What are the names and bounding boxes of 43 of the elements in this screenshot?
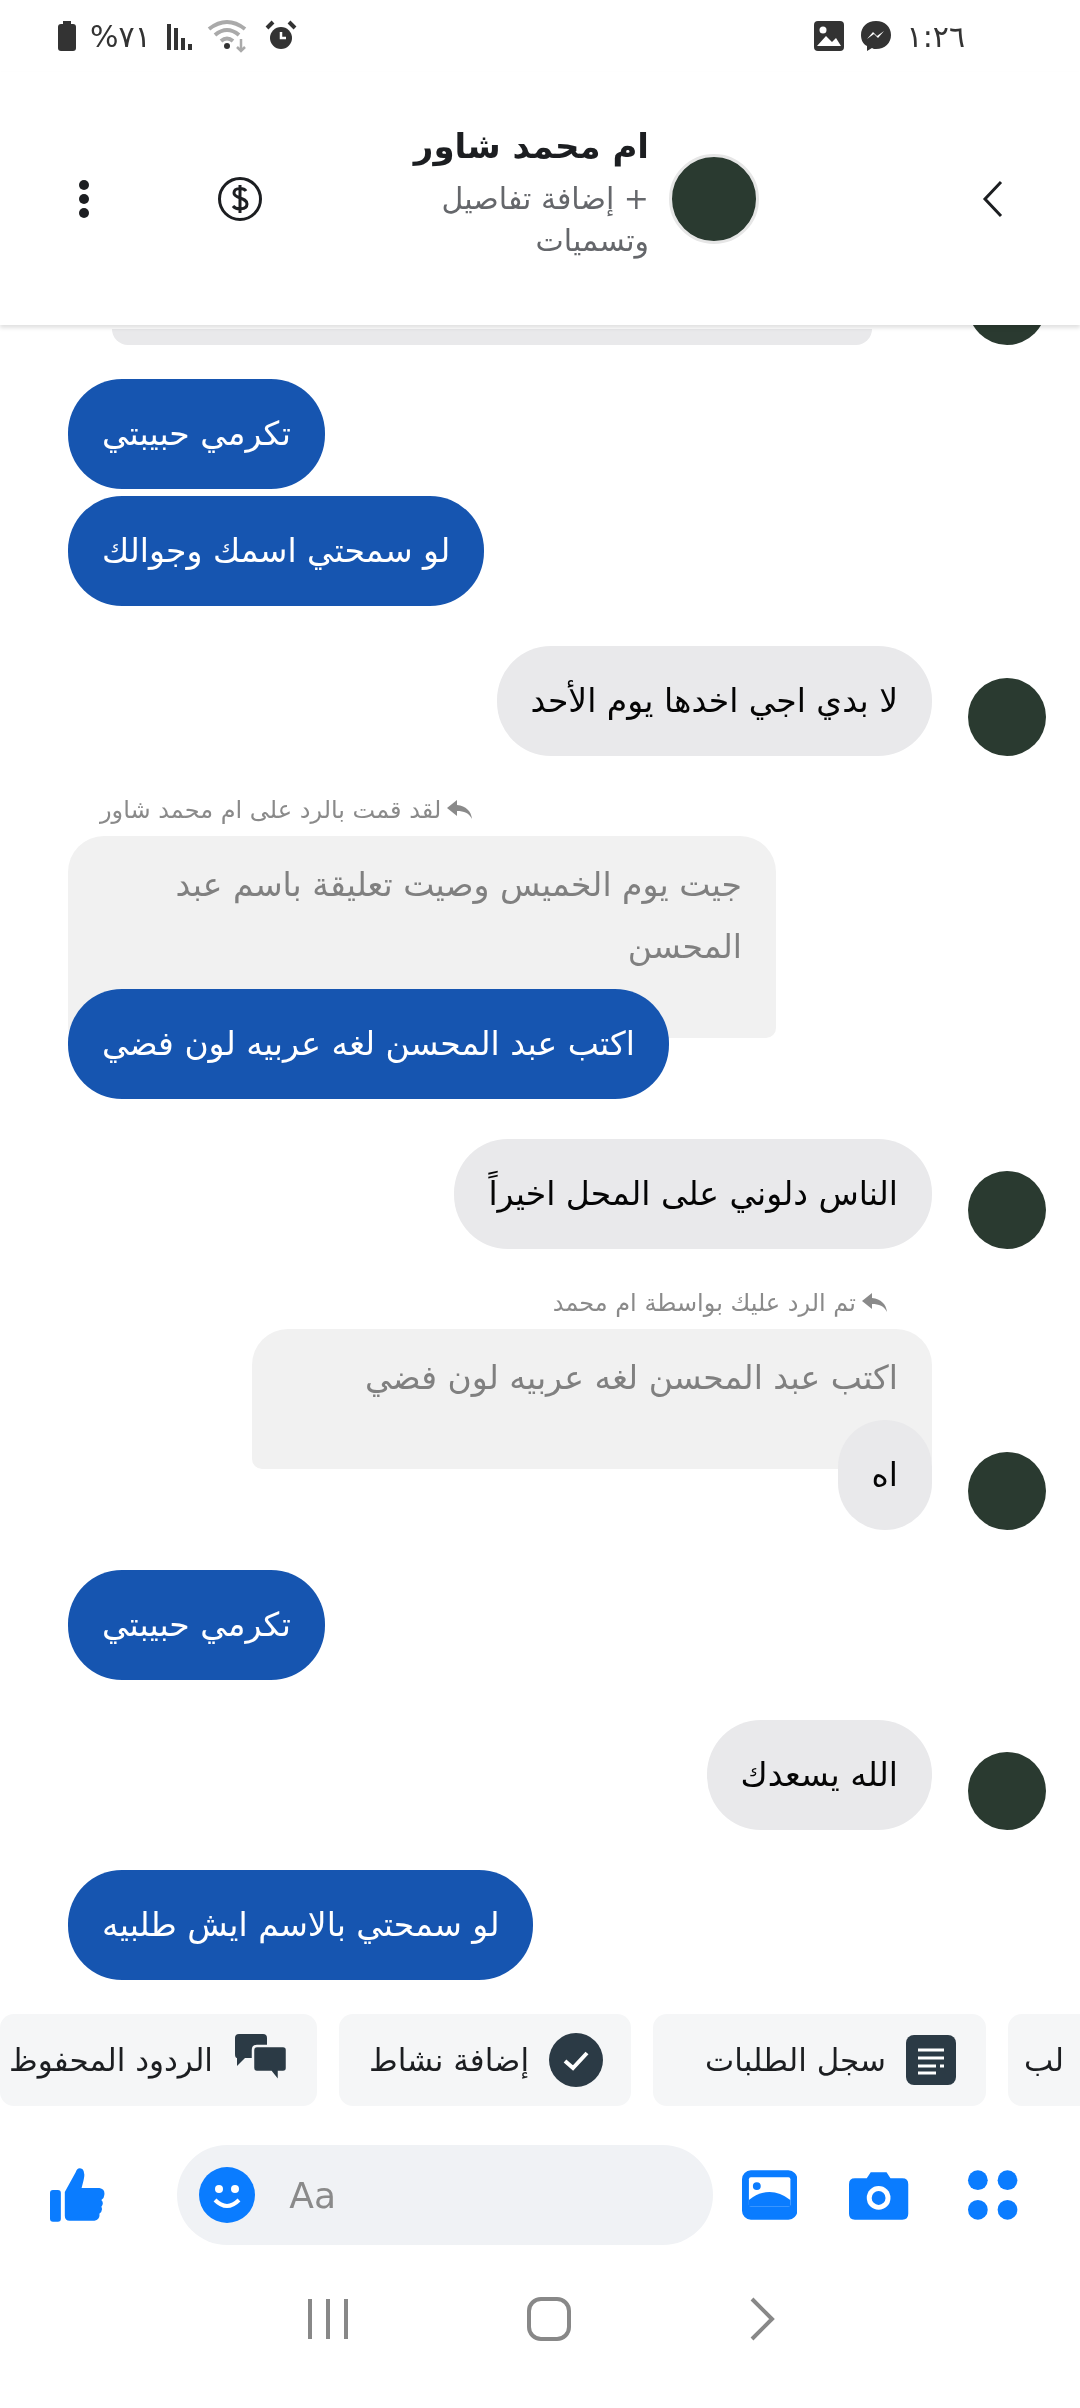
chip-label: الردود المحفوظ bbox=[9, 2042, 213, 2078]
home-icon[interactable] bbox=[526, 2296, 572, 2342]
like-icon[interactable] bbox=[50, 2166, 106, 2224]
emoji-icon[interactable] bbox=[199, 2167, 256, 2223]
list-icon bbox=[906, 2035, 957, 2085]
clock-time: ١:٢٦ bbox=[906, 18, 965, 54]
back-icon[interactable] bbox=[981, 178, 1005, 219]
chip-label: سجل الطلبات bbox=[705, 2042, 887, 2078]
camera-icon[interactable] bbox=[849, 2170, 909, 2220]
contact-name: ام محمد شاور bbox=[411, 125, 649, 166]
quick-reply-chip[interactable]: سجل الطلبات bbox=[653, 2014, 987, 2106]
message-bubble: تكرمي حبيبتي bbox=[68, 379, 326, 489]
apps-icon[interactable] bbox=[966, 2169, 1018, 2221]
message-bubble: اه bbox=[837, 1420, 932, 1530]
chip-label: لب bbox=[1024, 2042, 1064, 2078]
alarm-icon bbox=[264, 20, 297, 52]
gallery-icon bbox=[812, 20, 845, 52]
battery-icon bbox=[58, 21, 76, 51]
message-bubble: لو سمحتي بالاسم ايش طلبيه bbox=[68, 1870, 534, 1980]
gallery-icon[interactable] bbox=[742, 2170, 798, 2220]
quick-reply-chip[interactable]: الردود المحفوظ bbox=[0, 2014, 317, 2106]
reply-label-text: لقد قمت بالرد على ام محمد شاور bbox=[100, 796, 442, 824]
message-bubble: لو سمحتي اسمك وجوالك bbox=[68, 496, 485, 606]
quick-reply-chip[interactable]: لب bbox=[1008, 2014, 1080, 2106]
check-icon bbox=[549, 2033, 604, 2087]
battery-percent: %٧١ bbox=[90, 18, 151, 54]
message-bubble: الناس دلوني على المحل اخيراً bbox=[454, 1139, 932, 1249]
signal-icon bbox=[164, 22, 193, 50]
dollar-icon[interactable] bbox=[217, 175, 263, 222]
reply-icon bbox=[862, 1293, 888, 1313]
quick-reply-chip[interactable]: إضافة نشاط bbox=[338, 2014, 632, 2106]
chip-label: إضافة نشاط bbox=[368, 2042, 530, 2078]
reply-icon bbox=[447, 800, 474, 820]
message-bubble: الله يسعدك bbox=[706, 1720, 932, 1830]
messenger-icon bbox=[858, 19, 893, 53]
more-options-icon[interactable] bbox=[77, 178, 91, 219]
message-bubble: اكتب عبد المحسن لغه عربيه لون فضي bbox=[68, 989, 669, 1099]
recent-apps-icon[interactable] bbox=[306, 2297, 350, 2341]
message-bubble: لا بدي اجي اخدها يوم الأحد bbox=[496, 646, 932, 756]
message-bubble: تكرمي حبيبتي bbox=[68, 1570, 326, 1680]
add-details-link[interactable]: + إضافة تفاصيل وتسميات bbox=[379, 177, 649, 262]
reply-label-text: تم الرد عليك بواسطة ام محمد bbox=[552, 1289, 856, 1317]
message-input[interactable]: Aa bbox=[287, 2173, 592, 2217]
